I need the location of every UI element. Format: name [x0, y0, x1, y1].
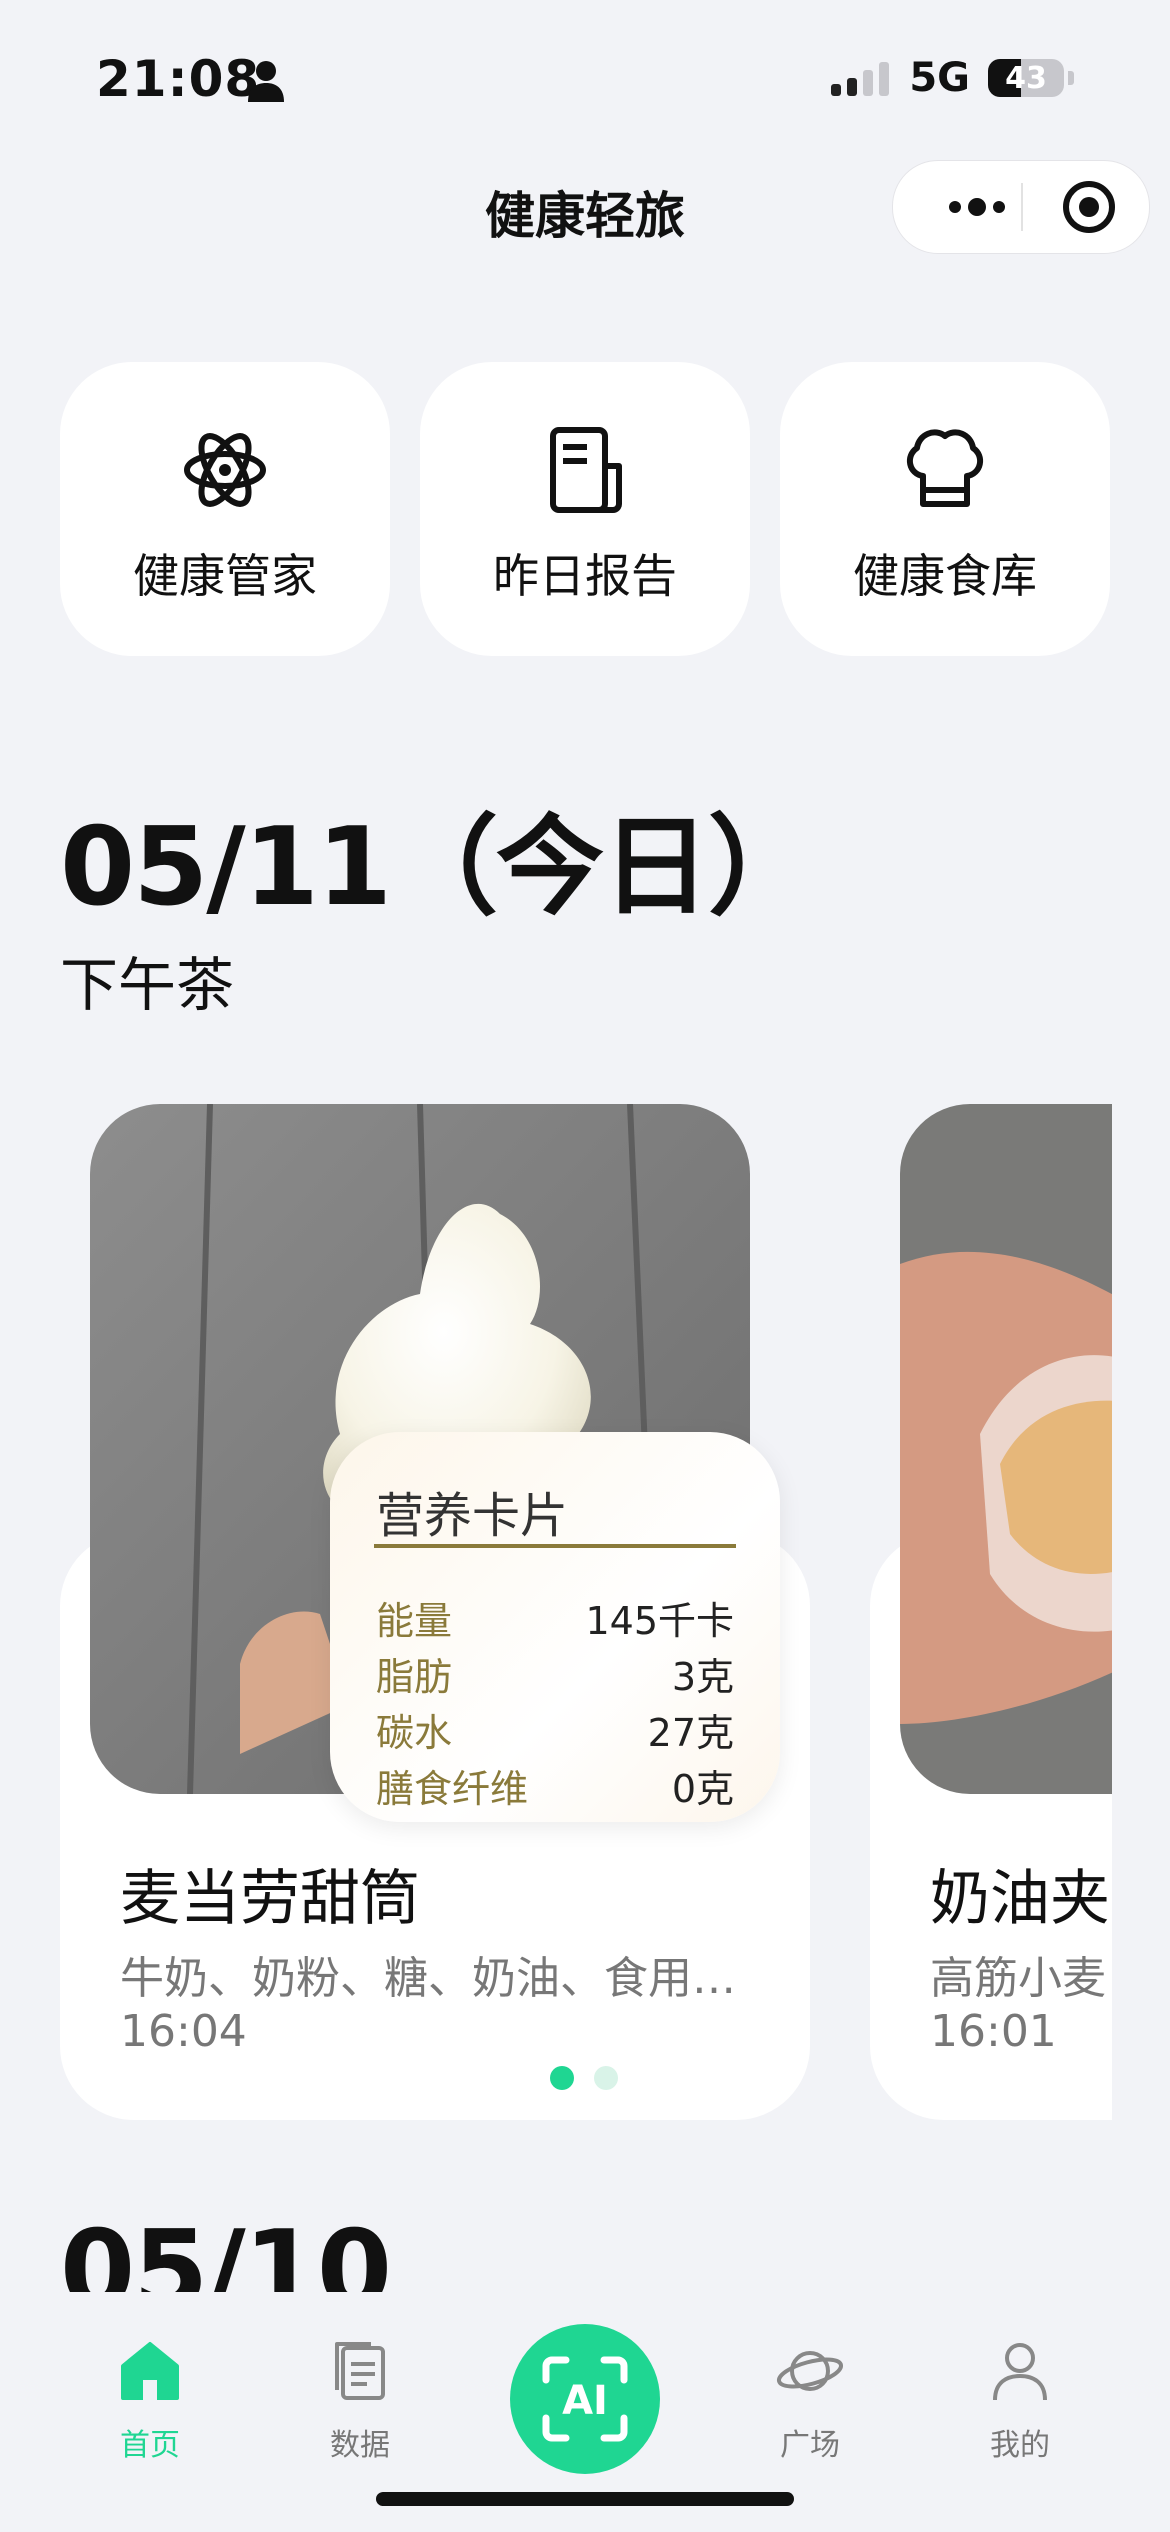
- tab-label: 我的: [990, 2428, 1050, 2463]
- tab-data[interactable]: 数据: [290, 2336, 430, 2464]
- nutrition-row-energy: 能量 145千卡: [376, 1590, 734, 1646]
- date-heading: 05/11（今日）: [60, 805, 816, 930]
- nutrition-value: 27克: [647, 1711, 734, 1755]
- nutrition-card-title: 营养卡片: [376, 1488, 569, 1544]
- nutrition-label: 膳食纤维: [376, 1767, 529, 1811]
- tab-square[interactable]: 广场: [740, 2336, 880, 2464]
- quick-card-health-butler[interactable]: 健康管家: [60, 362, 390, 656]
- tab-label: 广场: [780, 2428, 840, 2463]
- more-button[interactable]: [929, 161, 1025, 253]
- home-indicator: [376, 2492, 794, 2506]
- food-photo-cream-bun[interactable]: [900, 1104, 1112, 1794]
- ai-scan-button[interactable]: AI: [510, 2324, 660, 2474]
- nutrition-row-fat: 脂肪 3克: [376, 1646, 734, 1702]
- tab-label: 首页: [120, 2428, 180, 2463]
- food-ingredients: 牛奶、奶粉、糖、奶油、食用…: [120, 1953, 736, 2004]
- tab-home[interactable]: 首页: [80, 2336, 220, 2464]
- food-name: 奶油夹: [930, 1864, 1110, 1934]
- report-icon: [550, 427, 622, 513]
- nutrition-row-fiber: 膳食纤维 0克: [376, 1758, 734, 1814]
- food-time: 16:04: [120, 2006, 247, 2057]
- cream-bun-photo: [900, 1104, 1112, 1794]
- meal-label: 下午茶: [60, 951, 235, 1019]
- battery-level: 43: [1005, 60, 1047, 96]
- indicator-dot: [594, 2066, 618, 2090]
- nutrition-label: 脂肪: [376, 1655, 453, 1699]
- indicator-dot-active: [550, 2066, 574, 2090]
- status-time: 21:08: [96, 50, 261, 108]
- nutrition-label: 碳水: [376, 1711, 453, 1755]
- next-date-text: 05/10: [60, 2208, 392, 2292]
- miniprogram-capsule: [892, 160, 1150, 254]
- battery-icon: 43: [988, 59, 1064, 97]
- carousel-indicator: [550, 2066, 618, 2090]
- capsule-divider: [1021, 183, 1023, 231]
- ai-label: AI: [562, 2378, 608, 2424]
- nutrition-value: 145千卡: [585, 1599, 734, 1643]
- nutrition-card: 营养卡片 能量 145千卡 脂肪 3克 碳水 27克 膳食纤维 0克: [330, 1432, 780, 1822]
- more-dots-icon: [949, 198, 1005, 216]
- nutrition-value: 3克: [671, 1655, 734, 1699]
- quick-card-label: 昨日报告: [493, 549, 677, 603]
- planet-icon: [776, 2351, 844, 2391]
- nutrition-label: 能量: [376, 1599, 453, 1643]
- signal-icon: [831, 60, 891, 96]
- atom-icon: [184, 433, 266, 507]
- food-carousel[interactable]: 营养卡片 能量 145千卡 脂肪 3克 碳水 27克 膳食纤维 0克 麦当劳甜筒…: [0, 1100, 1112, 2140]
- quick-card-label: 健康管家: [133, 549, 317, 603]
- target-icon: [1063, 181, 1115, 233]
- status-indicators: 5G 43: [831, 55, 1074, 101]
- nutrition-divider: [374, 1544, 736, 1548]
- chef-hat-icon: [906, 429, 984, 507]
- food-name: 麦当劳甜筒: [120, 1864, 420, 1934]
- network-type: 5G: [909, 55, 970, 101]
- ai-scan-icon: AI: [542, 2356, 628, 2442]
- nutrition-row-carbs: 碳水 27克: [376, 1702, 734, 1758]
- nutrition-value: 0克: [671, 1767, 734, 1811]
- user-icon: [993, 2343, 1047, 2401]
- tab-label: 数据: [330, 2428, 390, 2463]
- home-icon: [121, 2342, 179, 2400]
- food-time: 16:01: [930, 2006, 1057, 2057]
- tab-mine[interactable]: 我的: [950, 2336, 1090, 2464]
- quick-card-yesterday-report[interactable]: 昨日报告: [420, 362, 750, 656]
- quick-card-health-food-library[interactable]: 健康食库: [780, 362, 1110, 656]
- person-icon: [248, 61, 284, 102]
- quick-card-label: 健康食库: [853, 549, 1037, 603]
- next-date-heading: 05/10: [60, 2208, 660, 2292]
- document-icon: [335, 2342, 385, 2400]
- close-miniprogram-button[interactable]: [1059, 161, 1119, 253]
- food-ingredients: 高筋小麦: [930, 1953, 1106, 2004]
